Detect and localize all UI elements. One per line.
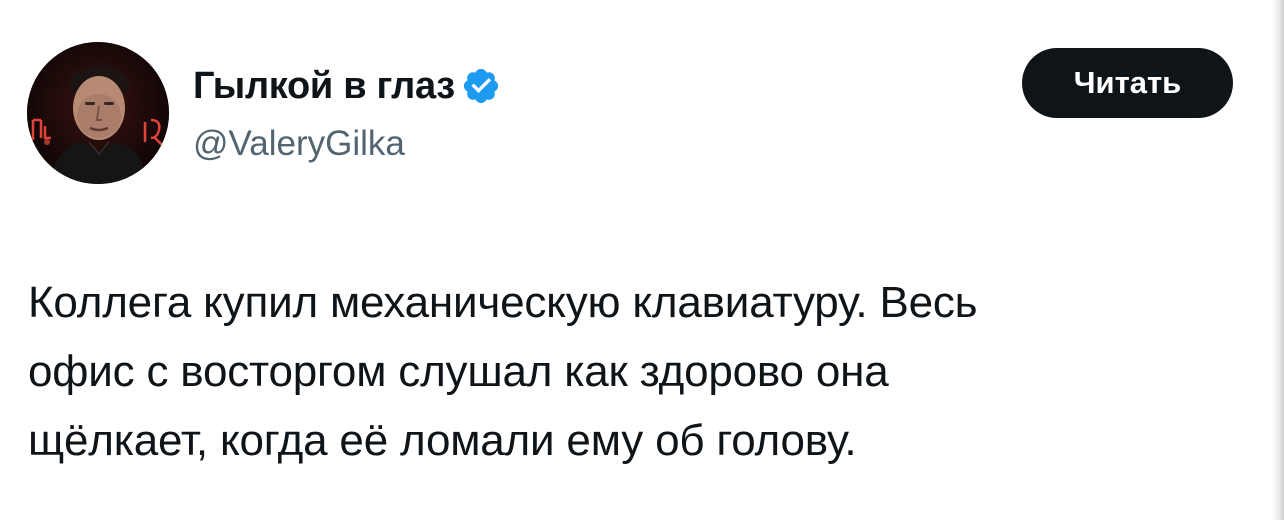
author-name-row: Гылкой в глаз — [193, 62, 501, 110]
display-name[interactable]: Гылкой в глаз — [193, 62, 455, 110]
tweet-card: Гылкой в глаз @ValeryGilka Читать Коллег… — [0, 0, 1284, 520]
tweet-text: Коллега купил механическую клавиатуру. В… — [28, 278, 978, 465]
follow-button[interactable]: Читать — [1022, 48, 1233, 118]
avatar[interactable] — [27, 42, 169, 184]
verified-badge-icon — [461, 66, 501, 106]
author-handle[interactable]: @ValeryGilka — [193, 121, 405, 167]
avatar-photo-icon — [27, 42, 169, 184]
window-edge — [1272, 0, 1284, 520]
